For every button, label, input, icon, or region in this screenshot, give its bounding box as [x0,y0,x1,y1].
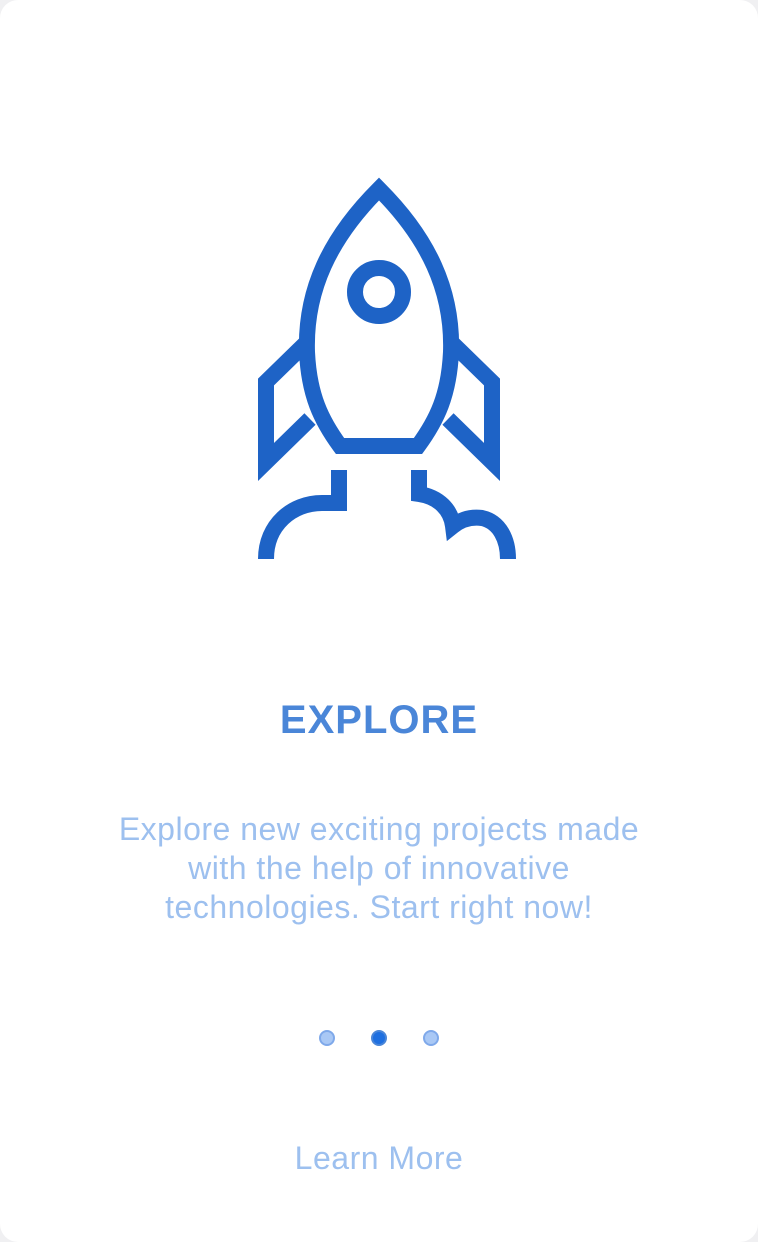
page-dot-3[interactable] [423,1030,439,1046]
exhaust-left-cloud [258,470,347,560]
rocket-icon [258,177,516,560]
page-dot-2-active[interactable] [371,1030,387,1046]
rocket-window [347,260,411,324]
learn-more-link[interactable]: Learn More [229,1132,529,1184]
page-title: EXPLORE [279,698,479,742]
page-dot-1[interactable] [319,1030,335,1046]
page-indicator [0,1030,758,1050]
onboarding-card: EXPLORE Explore new exciting projects ma… [0,0,758,1242]
exhaust-right-cloud [411,470,516,560]
onboarding-description: Explore new exciting projects made with … [118,811,640,925]
